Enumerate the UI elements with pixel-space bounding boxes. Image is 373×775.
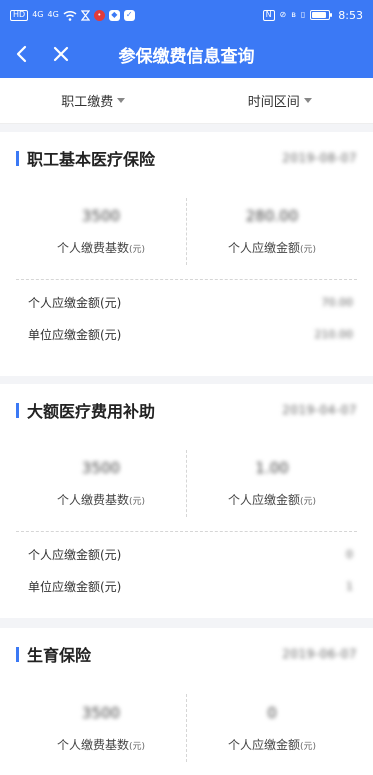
wifi-icon — [63, 10, 77, 21]
hourglass-icon — [80, 9, 90, 21]
card-details: 个人应缴金额(元) 0 单位应缴金额(元) 1 — [0, 532, 373, 610]
status-bar: HD 4G 4G • ◆ ✓ N ⊘ ʙ ▯ 8:53 — [0, 0, 373, 30]
card-header: 职工基本医疗保险 2019-08-07 — [0, 132, 373, 184]
battery-icon — [310, 10, 333, 20]
summary-base: 3500 个人缴费基数(元) — [16, 184, 186, 279]
amount-label: 个人应缴金额(元) — [227, 241, 317, 255]
card-title: 生育保险 — [27, 646, 92, 665]
amount-value: 0 — [267, 703, 277, 722]
detail-value: 210.00 — [314, 327, 354, 341]
amount-label: 个人应缴金额(元) — [227, 493, 317, 507]
summary-amount: 1.00 个人应缴金额(元) — [186, 450, 357, 517]
detail-row: 单位应缴金额(元) 210.00 — [28, 318, 357, 350]
base-label: 个人缴费基数(元) — [56, 241, 146, 255]
card-title: 大额医疗费用补助 — [27, 402, 156, 421]
status-time: 8:53 — [338, 8, 363, 22]
detail-row: 单位应缴金额(元) 1 — [28, 570, 357, 602]
amount-label: 个人应缴金额(元) — [227, 737, 317, 752]
silent-icon: ⊘ — [279, 10, 287, 19]
vibrate-icon: ▯ — [300, 10, 306, 19]
bluetooth-icon: ʙ — [291, 10, 296, 19]
detail-label: 单位应缴金额(元) — [28, 579, 122, 594]
red-dot-icon: • — [93, 9, 105, 21]
insurance-card: 职工基本医疗保险 2019-08-07 3500 个人缴费基数(元) 280.0… — [0, 132, 373, 376]
battery-fill — [312, 12, 326, 18]
filter-payment-type[interactable]: 职工缴费 — [0, 91, 187, 110]
card-title: 职工基本医疗保险 — [27, 150, 156, 169]
app-badge-icon: ✓ — [123, 9, 135, 21]
signal-4g-icon-1: 4G — [32, 10, 44, 19]
page-title: 参保缴费信息查询 — [118, 46, 255, 67]
card-date: 2019-04-07 — [282, 403, 357, 417]
amount-value: 1.00 — [255, 459, 289, 477]
title-bar-mark — [16, 646, 19, 662]
summary-base: 3500 个人缴费基数(元) — [16, 436, 186, 531]
title-bar-mark — [16, 402, 19, 418]
filter-payment-type-label: 职工缴费 — [61, 95, 114, 110]
detail-label: 个人应缴金额(元) — [28, 295, 122, 310]
nav-bar: 参保缴费信息查询 — [0, 30, 373, 78]
detail-label: 单位应缴金额(元) — [28, 327, 122, 342]
card-header: 生育保险 2019-06-07 — [0, 628, 373, 680]
base-value: 3500 — [81, 207, 121, 225]
title-bar-mark — [16, 150, 19, 166]
filter-bar: 职工缴费 时间区间 — [0, 78, 373, 124]
detail-label: 个人应缴金额(元) — [28, 547, 122, 562]
status-right-icons: N ⊘ ʙ ▯ 8:53 — [262, 8, 363, 22]
hd-icon: HD — [10, 9, 29, 21]
summary-amount: 280.00 个人应缴金额(元) — [186, 198, 357, 265]
card-summary: 3500 个人缴费基数(元) 280.00 个人应缴金额(元) — [16, 184, 357, 280]
detail-value: 1 — [346, 579, 353, 593]
card-summary: 3500 个人缴费基数(元) 0 个人应缴金额(元) — [16, 680, 357, 775]
filter-time-range-label: 时间区间 — [247, 95, 300, 110]
detail-value: 70.00 — [321, 295, 354, 309]
signal-4g-icon-2: 4G — [47, 10, 59, 19]
shield-icon: ◆ — [108, 9, 120, 21]
summary-base: 3500 个人缴费基数(元) — [16, 680, 186, 775]
amount-value: 280.00 — [245, 207, 299, 225]
detail-value: 0 — [346, 547, 353, 561]
card-header: 大额医疗费用补助 2019-04-07 — [0, 384, 373, 436]
caret-down-icon — [117, 98, 126, 103]
detail-row: 个人应缴金额(元) 0 — [28, 538, 357, 570]
base-value: 3500 — [81, 459, 121, 477]
caret-down-icon — [303, 98, 312, 103]
insurance-card: 大额医疗费用补助 2019-04-07 3500 个人缴费基数(元) 1.00 … — [0, 384, 373, 618]
filter-time-range[interactable]: 时间区间 — [187, 91, 373, 110]
card-date: 2019-08-07 — [282, 151, 357, 165]
insurance-card: 生育保险 2019-06-07 3500 个人缴费基数(元) 0 个人应缴金额(… — [0, 628, 373, 775]
base-value: 3500 — [81, 703, 121, 722]
base-label: 个人缴费基数(元) — [56, 737, 146, 752]
detail-row: 个人应缴金额(元) 70.00 — [28, 286, 357, 318]
card-details: 个人应缴金额(元) 70.00 单位应缴金额(元) 210.00 — [0, 280, 373, 358]
base-label: 个人缴费基数(元) — [56, 493, 146, 507]
status-left-icons: HD 4G 4G • ◆ ✓ — [10, 9, 135, 21]
card-summary: 3500 个人缴费基数(元) 1.00 个人应缴金额(元) — [16, 436, 357, 532]
nfc-icon: N — [262, 9, 275, 21]
card-date: 2019-06-07 — [282, 647, 357, 661]
summary-amount: 0 个人应缴金额(元) — [186, 694, 357, 762]
